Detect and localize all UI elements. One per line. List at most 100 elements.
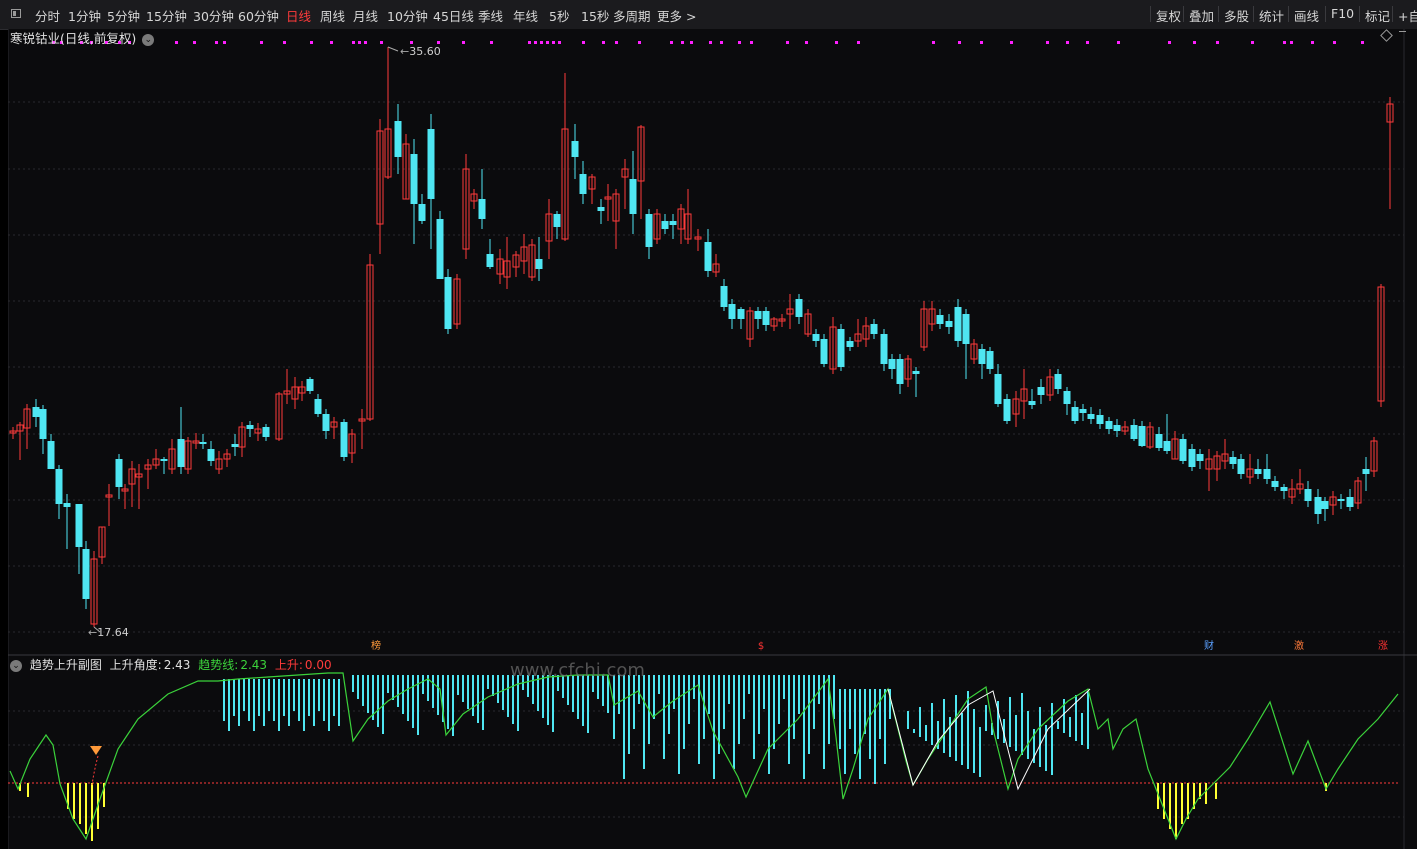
- candle-body: [880, 334, 888, 364]
- period-tab-6[interactable]: 日线: [286, 6, 311, 25]
- candle-body: [669, 221, 677, 225]
- candle-body: [177, 439, 185, 467]
- toolbar-button-2[interactable]: 多股: [1224, 6, 1249, 25]
- toolbar-button-5[interactable]: F10: [1331, 6, 1354, 21]
- signal-link: [91, 755, 99, 786]
- chart-title: 寒锐钴业(日线,前复权) ⌄: [10, 28, 155, 47]
- candle-body: [1096, 415, 1104, 424]
- signal-dot: [857, 41, 860, 44]
- angle-value: 2.43: [163, 658, 191, 672]
- candle-body: [410, 154, 418, 204]
- candle-body: [231, 444, 239, 447]
- period-tab-10[interactable]: 45日线: [433, 6, 474, 25]
- candle-body: [888, 359, 896, 369]
- period-tab-13[interactable]: 5秒: [549, 6, 569, 25]
- signal-dot: [1290, 41, 1293, 44]
- toolbar-separator: [1288, 6, 1289, 22]
- candle-body: [115, 459, 123, 487]
- period-tab-14[interactable]: 15秒: [581, 6, 609, 25]
- event-marker-4[interactable]: 涨: [1377, 641, 1389, 653]
- candle-body: [1063, 391, 1071, 404]
- candle-body: [55, 469, 63, 504]
- candle-body: [1071, 407, 1079, 421]
- candle-body: [1179, 439, 1187, 461]
- signal-dot: [528, 41, 531, 44]
- candle-body: [246, 425, 254, 429]
- period-tab-3[interactable]: 15分钟: [146, 6, 187, 25]
- candle-body: [837, 329, 845, 367]
- toolbar-button-6[interactable]: 标记: [1365, 6, 1390, 25]
- candle-body: [553, 214, 561, 227]
- signal-dot: [558, 41, 561, 44]
- candle-body: [1113, 425, 1121, 431]
- candle-body: [63, 503, 71, 507]
- period-tab-9[interactable]: 10分钟: [387, 6, 428, 25]
- candle-body: [912, 371, 920, 374]
- candle-body: [870, 324, 878, 334]
- period-tab-4[interactable]: 30分钟: [193, 6, 234, 25]
- indicator-name: 趋势上升副图: [29, 658, 102, 672]
- period-tab-7[interactable]: 周线: [320, 6, 345, 25]
- candle-body: [962, 314, 970, 344]
- candle-body: [1188, 449, 1196, 467]
- period-tab-12[interactable]: 年线: [513, 6, 538, 25]
- candle-body: [535, 259, 543, 269]
- signal-dot: [175, 41, 178, 44]
- buy-signal-icon: [90, 746, 102, 755]
- rise-value: 0.00: [304, 658, 332, 672]
- toolbar-button-1[interactable]: 叠加: [1189, 6, 1214, 25]
- event-marker-1[interactable]: $: [755, 641, 767, 653]
- minimize-icon[interactable]: [1399, 31, 1406, 39]
- signal-dot: [534, 41, 537, 44]
- candle-body: [1229, 457, 1237, 464]
- toolbar-separator: [1392, 6, 1393, 22]
- signal-dot: [932, 41, 935, 44]
- candle-body: [1314, 497, 1322, 514]
- event-marker-2[interactable]: 财: [1203, 641, 1215, 653]
- event-marker-0[interactable]: 榜: [370, 641, 382, 653]
- signal-dot: [410, 41, 413, 44]
- period-tab-11[interactable]: 季线: [478, 6, 503, 25]
- chevron-down-icon[interactable]: ⌄: [142, 33, 155, 46]
- trend-value: 2.43: [240, 658, 268, 672]
- signal-dot: [1193, 41, 1196, 44]
- signal-dot: [1333, 41, 1336, 44]
- kline-chart[interactable]: [8, 29, 1417, 849]
- signal-dot: [1117, 41, 1120, 44]
- signal-dot: [260, 41, 263, 44]
- signal-dot: [437, 41, 440, 44]
- signal-dot: [283, 41, 286, 44]
- toolbar-button-0[interactable]: 复权: [1156, 6, 1181, 25]
- toolbar-button-3[interactable]: 统计: [1259, 6, 1284, 25]
- candle-body: [262, 427, 270, 437]
- period-tab-5[interactable]: 60分钟: [238, 6, 279, 25]
- event-marker-3[interactable]: 激: [1293, 641, 1305, 653]
- period-tab-0[interactable]: 分时: [35, 6, 60, 25]
- toolbar-button-4[interactable]: 画线: [1294, 6, 1319, 25]
- rise-label: 上升:: [274, 658, 303, 672]
- period-tab-15[interactable]: 多周期: [613, 6, 651, 25]
- candle-body: [1346, 497, 1354, 507]
- period-tab-2[interactable]: 5分钟: [107, 6, 140, 25]
- signal-dot: [709, 41, 712, 44]
- period-tab-8[interactable]: 月线: [353, 6, 378, 25]
- chevron-down-icon[interactable]: ⌄: [10, 659, 22, 672]
- candle-body: [795, 299, 803, 317]
- toolbar-button-7[interactable]: +自选: [1398, 6, 1417, 25]
- candle-body: [418, 204, 426, 221]
- toolbar-separator: [1150, 6, 1151, 22]
- candle-body: [896, 359, 904, 384]
- panel-toggle-icon[interactable]: [11, 9, 21, 18]
- signal-dot: [582, 41, 585, 44]
- candle-body: [597, 207, 605, 211]
- candle-body: [986, 351, 994, 369]
- candle-body: [427, 129, 435, 199]
- period-tab-1[interactable]: 1分钟: [68, 6, 101, 25]
- candle-body: [1003, 399, 1011, 421]
- candle-body: [1337, 499, 1345, 501]
- signal-dot: [615, 41, 618, 44]
- candle-body: [661, 221, 669, 229]
- chart-area[interactable]: [8, 29, 1417, 849]
- candle-body: [82, 549, 90, 599]
- period-tab-16[interactable]: 更多 >: [657, 6, 696, 25]
